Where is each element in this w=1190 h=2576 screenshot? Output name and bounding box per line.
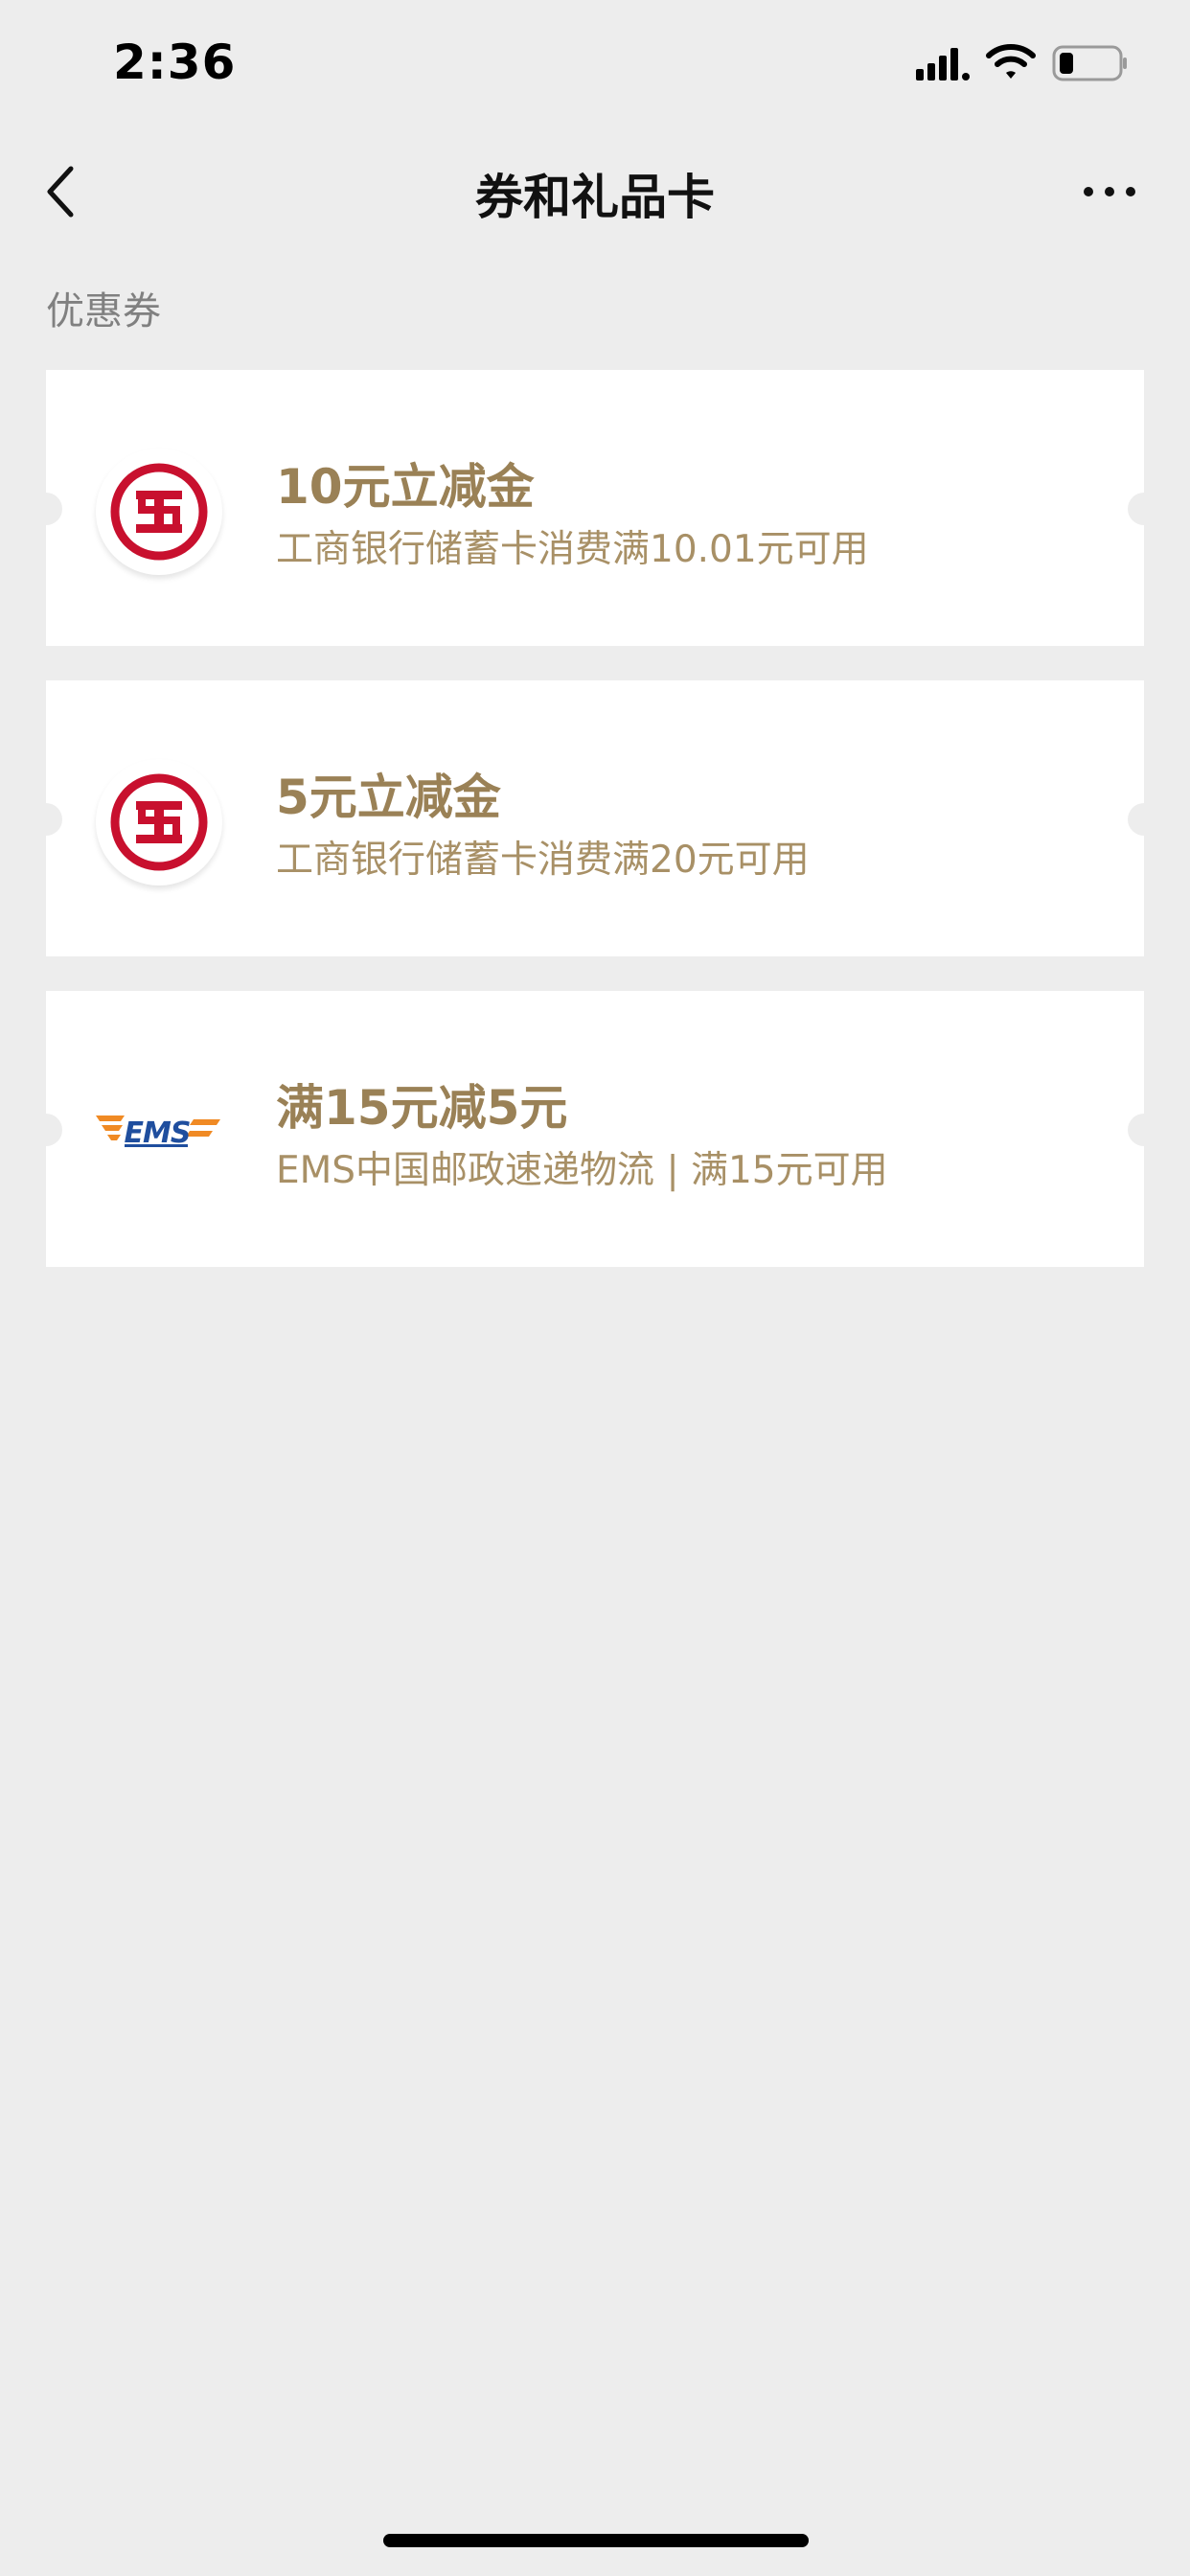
page-title: 券和礼品卡	[475, 170, 715, 225]
ems-logo-icon: EMS	[96, 1116, 220, 1150]
home-indicator[interactable]	[383, 2534, 809, 2547]
coupon-card[interactable]: 5元立减金 工商银行储蓄卡消费满20元可用	[30, 680, 1160, 956]
coupon-title: 5元立减金	[276, 770, 501, 825]
cellular-signal-icon	[916, 48, 970, 80]
coupon-title: 10元立减金	[276, 459, 535, 515]
section-label-coupons: 优惠券	[46, 289, 161, 334]
more-options-icon[interactable]	[1081, 182, 1138, 201]
coupon-description: 工商银行储蓄卡消费满10.01元可用	[276, 528, 869, 571]
ticket-notch	[1128, 803, 1160, 836]
ticket-notch	[30, 1114, 62, 1146]
status-bar: 2:36	[0, 0, 1190, 125]
coupon-description: 工商银行储蓄卡消费满20元可用	[276, 839, 810, 882]
ticket-notch	[1128, 1114, 1160, 1146]
status-time: 2:36	[113, 34, 237, 90]
ticket-notch	[1128, 493, 1160, 525]
ticket-notch	[30, 803, 62, 836]
battery-icon	[1052, 45, 1127, 81]
coupon-card[interactable]: 10元立减金 工商银行储蓄卡消费满10.01元可用	[30, 370, 1160, 646]
coupon-title: 满15元减5元	[276, 1080, 568, 1136]
icbc-logo-icon	[96, 448, 222, 575]
wifi-icon	[986, 44, 1036, 79]
coupon-description: EMS中国邮政速递物流 | 满15元可用	[276, 1149, 888, 1192]
icbc-logo-icon	[96, 759, 222, 886]
coupon-card[interactable]: EMS 满15元减5元 EMS中国邮政速递物流 | 满15元可用	[30, 991, 1160, 1267]
ticket-notch	[30, 493, 62, 525]
